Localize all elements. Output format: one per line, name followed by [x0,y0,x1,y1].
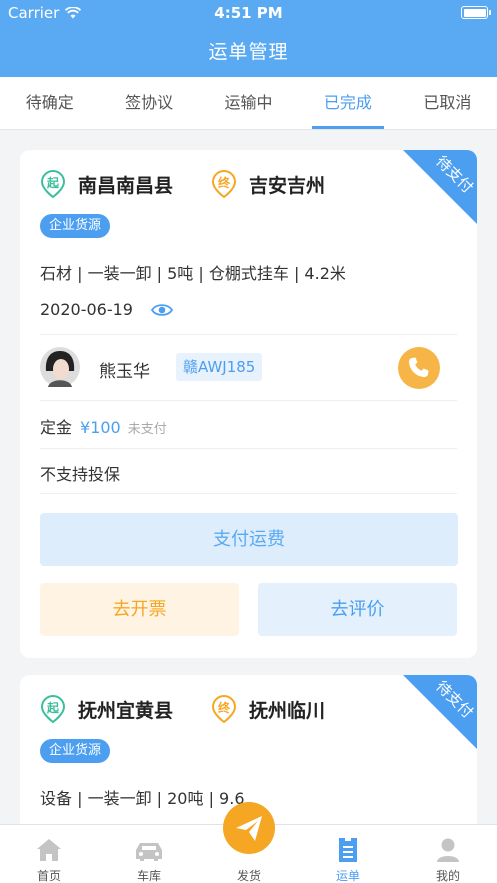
origin-city: 抚州宜黄县 [78,699,174,722]
tabbar-label: 发货 [236,869,261,883]
review-button[interactable]: 去评价 [258,583,457,636]
waybill-icon [339,838,357,862]
order-card[interactable]: 待支付 起 南昌南昌县 终 吉安吉州 企业货源 石材 | 一装一卸 | 5吨 |… [20,150,477,658]
top-header: Carrier 4:51 PM 运单管理 [0,0,497,77]
bottom-tab-bar: 首页 车库 发货 运单 我的 [0,802,497,883]
insurance-note: 不支持投保 [40,465,121,484]
paper-plane-icon [223,802,275,854]
end-badge: 终 [218,700,231,715]
end-pin-icon: 终 [212,694,237,724]
destination-city: 吉安吉州 [249,174,326,197]
order-date: 2020-06-19 [40,300,133,319]
source-tag: 企业货源 [40,214,111,238]
deposit-status: 未支付 [127,422,167,437]
tab-completed[interactable]: 已完成 [298,77,397,129]
status-tabs: 待确定 签协议 运输中 已完成 已取消 [0,77,497,130]
divider [40,400,457,401]
source-tag: 企业货源 [40,739,111,763]
home-icon [37,839,61,861]
tab-in-transit[interactable]: 运输中 [199,77,298,129]
page-title: 运单管理 [208,41,289,63]
status-bar: Carrier 4:51 PM [0,0,497,26]
pay-freight-button[interactable]: 支付运费 [40,513,458,566]
battery-icon [461,6,491,19]
start-pin-icon: 起 [40,694,66,724]
tabbar-label: 运单 [335,869,360,883]
cargo-details: 设备 | 一装一卸 | 20吨 | 9.6 [40,789,245,808]
phone-call-button[interactable] [398,347,440,389]
deposit-label: 定金 [40,418,73,437]
tab-cancelled[interactable]: 已取消 [398,77,497,129]
tab-pending-confirm[interactable]: 待确定 [0,77,99,129]
user-icon [437,838,459,862]
divider [40,334,457,335]
tabbar-garage[interactable]: 车库 [119,825,179,883]
tabbar-ship[interactable]: 发货 [219,802,279,883]
deposit-amount: ¥100 [80,418,121,437]
order-date-row: 2020-06-19 [40,300,173,319]
end-badge: 终 [218,175,231,190]
tabbar-label: 首页 [36,869,61,883]
status-ribbon: 待支付 [403,675,477,749]
tabbar-mine[interactable]: 我的 [418,825,478,883]
invoice-button[interactable]: 去开票 [40,583,239,636]
status-ribbon: 待支付 [403,150,477,224]
cargo-details: 石材 | 一装一卸 | 5吨 | 仓棚式挂车 | 4.2米 [40,264,346,283]
start-badge: 起 [46,175,60,190]
end-pin-icon: 终 [212,169,237,199]
tabbar-label: 车库 [136,869,161,883]
eye-icon[interactable] [150,303,173,317]
tab-sign-agreement[interactable]: 签协议 [99,77,198,129]
deposit-row: 定金 ¥100 未支付 [40,414,167,438]
car-icon [136,843,162,861]
tabbar-label: 我的 [435,869,460,883]
plate-badge: 赣AWJ185 [176,353,263,381]
destination-city: 抚州临川 [249,699,326,722]
start-badge: 起 [46,700,60,715]
divider [40,493,457,494]
route-row: 起 抚州宜黄县 终 抚州临川 [40,694,325,724]
start-pin-icon: 起 [40,169,66,199]
avatar [40,347,80,387]
route-row: 起 南昌南昌县 终 吉安吉州 [40,169,325,199]
divider [40,448,457,449]
tabbar-home[interactable]: 首页 [19,825,79,883]
driver-name: 熊玉华 [99,362,150,382]
origin-city: 南昌南昌县 [78,174,174,197]
clock: 4:51 PM [214,4,283,22]
tabbar-waybill[interactable]: 运单 [318,825,378,883]
